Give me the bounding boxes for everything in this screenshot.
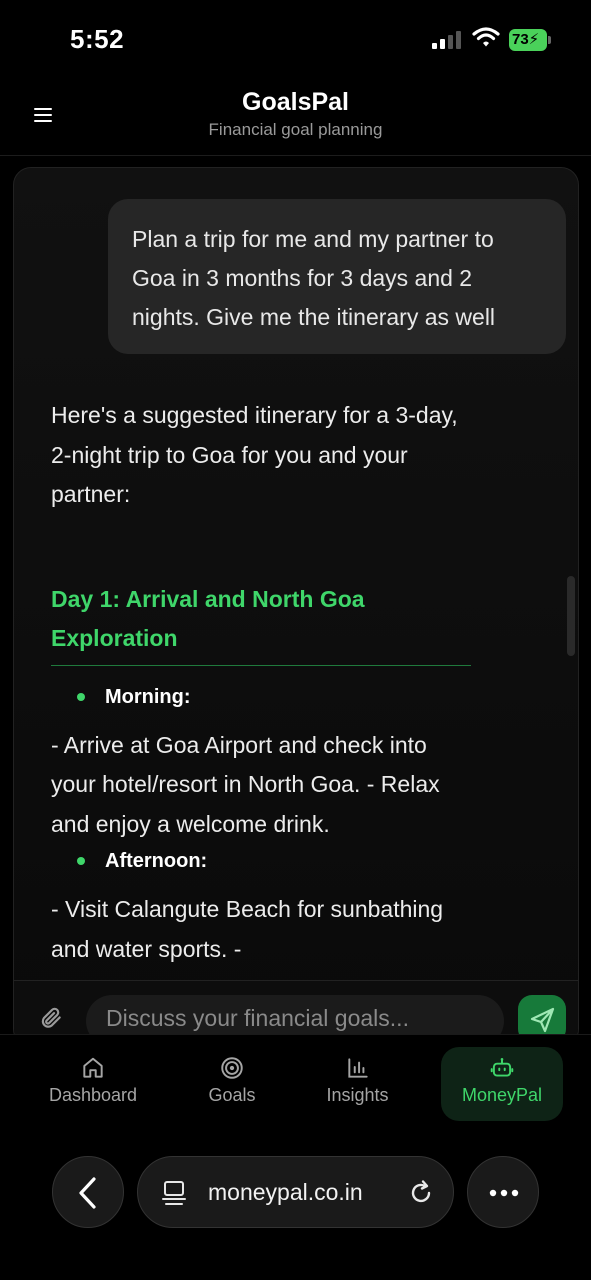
page-settings-icon [162,1181,186,1205]
assistant-message: Here's a suggested itinerary for a 3-day… [51,396,471,968]
url-text: moneypal.co.in [208,1179,363,1205]
paperclip-icon[interactable] [38,1005,64,1031]
bar-chart-icon [347,1058,368,1078]
browser-more-button[interactable] [467,1156,539,1228]
wifi-icon [472,27,500,47]
browser-toolbar: moneypal.co.in [0,1126,591,1280]
address-bar[interactable]: moneypal.co.in [137,1156,454,1228]
user-message-bubble: Plan a trip for me and my partner to Goa… [108,199,566,354]
assistant-intro: Here's a suggested itinerary for a 3-day… [51,402,458,507]
app-title: GoalsPal [242,88,349,116]
list-item: Afternoon: [51,846,471,876]
chevron-left-icon [79,1177,96,1209]
nav-label: Dashboard [48,1085,138,1105]
nav-dashboard[interactable]: Dashboard [38,1047,148,1121]
nav-insights[interactable]: Insights [310,1047,405,1121]
battery-level: 73⚡ [509,29,547,51]
bullet-icon [77,692,85,701]
bullet-icon [77,857,85,865]
target-icon [221,1057,243,1079]
nav-label: Insights [326,1085,389,1105]
bottom-navigation: Dashboard Goals Insights MoneyPal [0,1034,591,1126]
nav-goals[interactable]: Goals [190,1047,274,1121]
chat-panel: Plan a trip for me and my partner to Goa… [13,167,579,1047]
nav-moneypal[interactable]: MoneyPal [441,1047,563,1121]
day-heading: Day 1: Arrival and North Goa Exploration [51,580,471,666]
chat-messages[interactable]: Plan a trip for me and my partner to Goa… [14,168,578,968]
status-bar: 5:52 73⚡ [0,0,591,80]
scrollbar-thumb[interactable] [567,576,575,656]
home-icon [83,1057,103,1078]
cellular-signal-icon [432,31,461,49]
nav-label: MoneyPal [461,1085,543,1105]
list-item: Morning: [51,682,471,712]
section-label: Morning: [105,685,191,708]
bot-icon [490,1058,514,1077]
battery-tip [548,36,551,44]
reload-icon[interactable] [407,1179,435,1207]
app-header: GoalsPal Financial goal planning [0,80,591,156]
section-detail: - Arrive at Goa Airport and check into y… [51,731,440,837]
section-detail: - Visit Calangute Beach for sunbathing a… [51,896,444,962]
battery-indicator: 73⚡ [509,29,551,51]
section-label: Afternoon: [105,850,208,872]
more-horizontal-icon [489,1189,519,1197]
app-subtitle: Financial goal planning [208,120,383,139]
status-time: 5:52 [70,24,125,54]
nav-label: Goals [208,1085,256,1105]
browser-back-button[interactable] [52,1156,124,1228]
